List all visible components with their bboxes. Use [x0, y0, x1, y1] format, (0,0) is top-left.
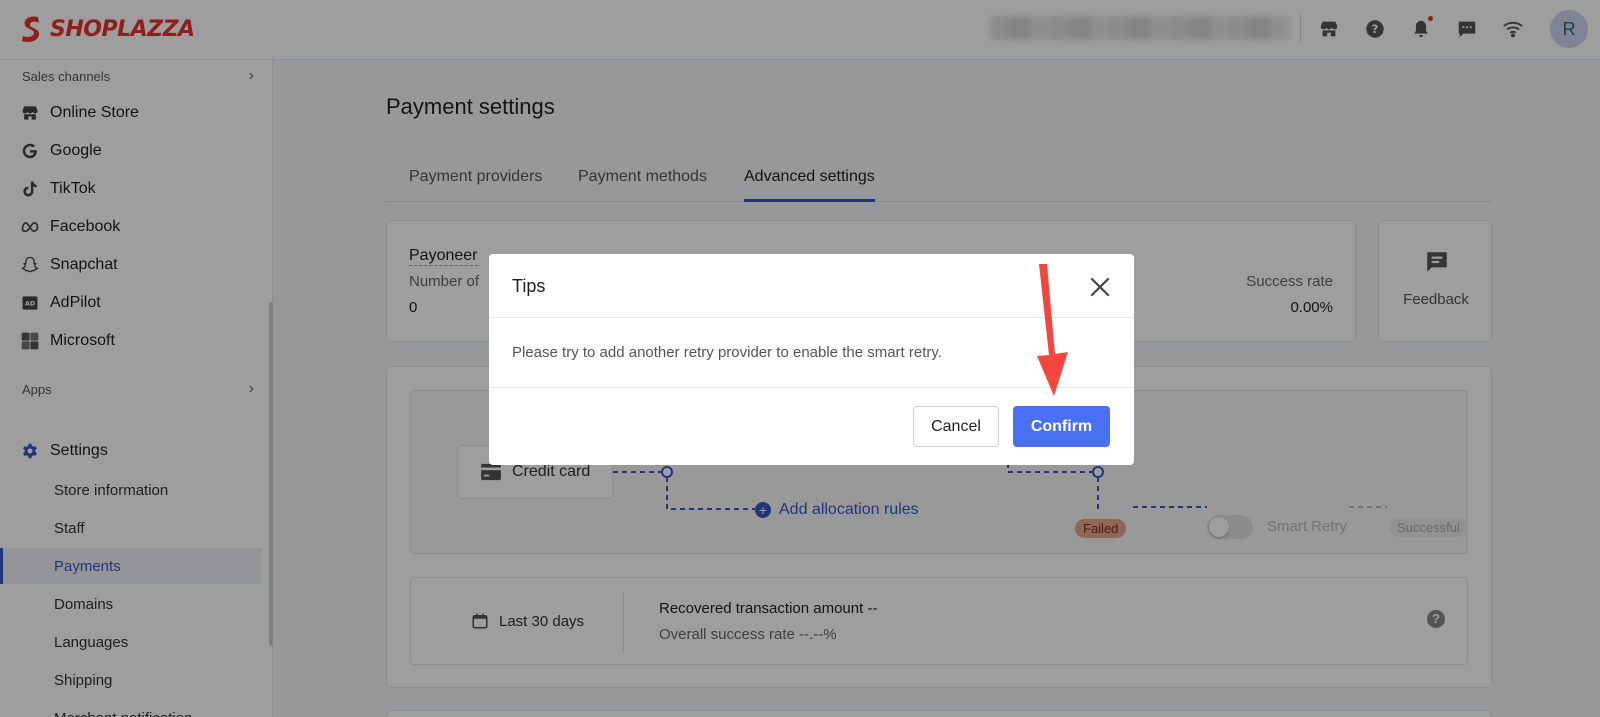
- dialog-message: Please try to add another retry provider…: [512, 344, 942, 361]
- dialog-title: Tips: [512, 276, 546, 296]
- cancel-button[interactable]: Cancel: [913, 406, 999, 447]
- confirm-button[interactable]: Confirm: [1013, 406, 1110, 447]
- red-arrow-annotation: [1037, 264, 1068, 396]
- close-icon[interactable]: [1087, 274, 1113, 300]
